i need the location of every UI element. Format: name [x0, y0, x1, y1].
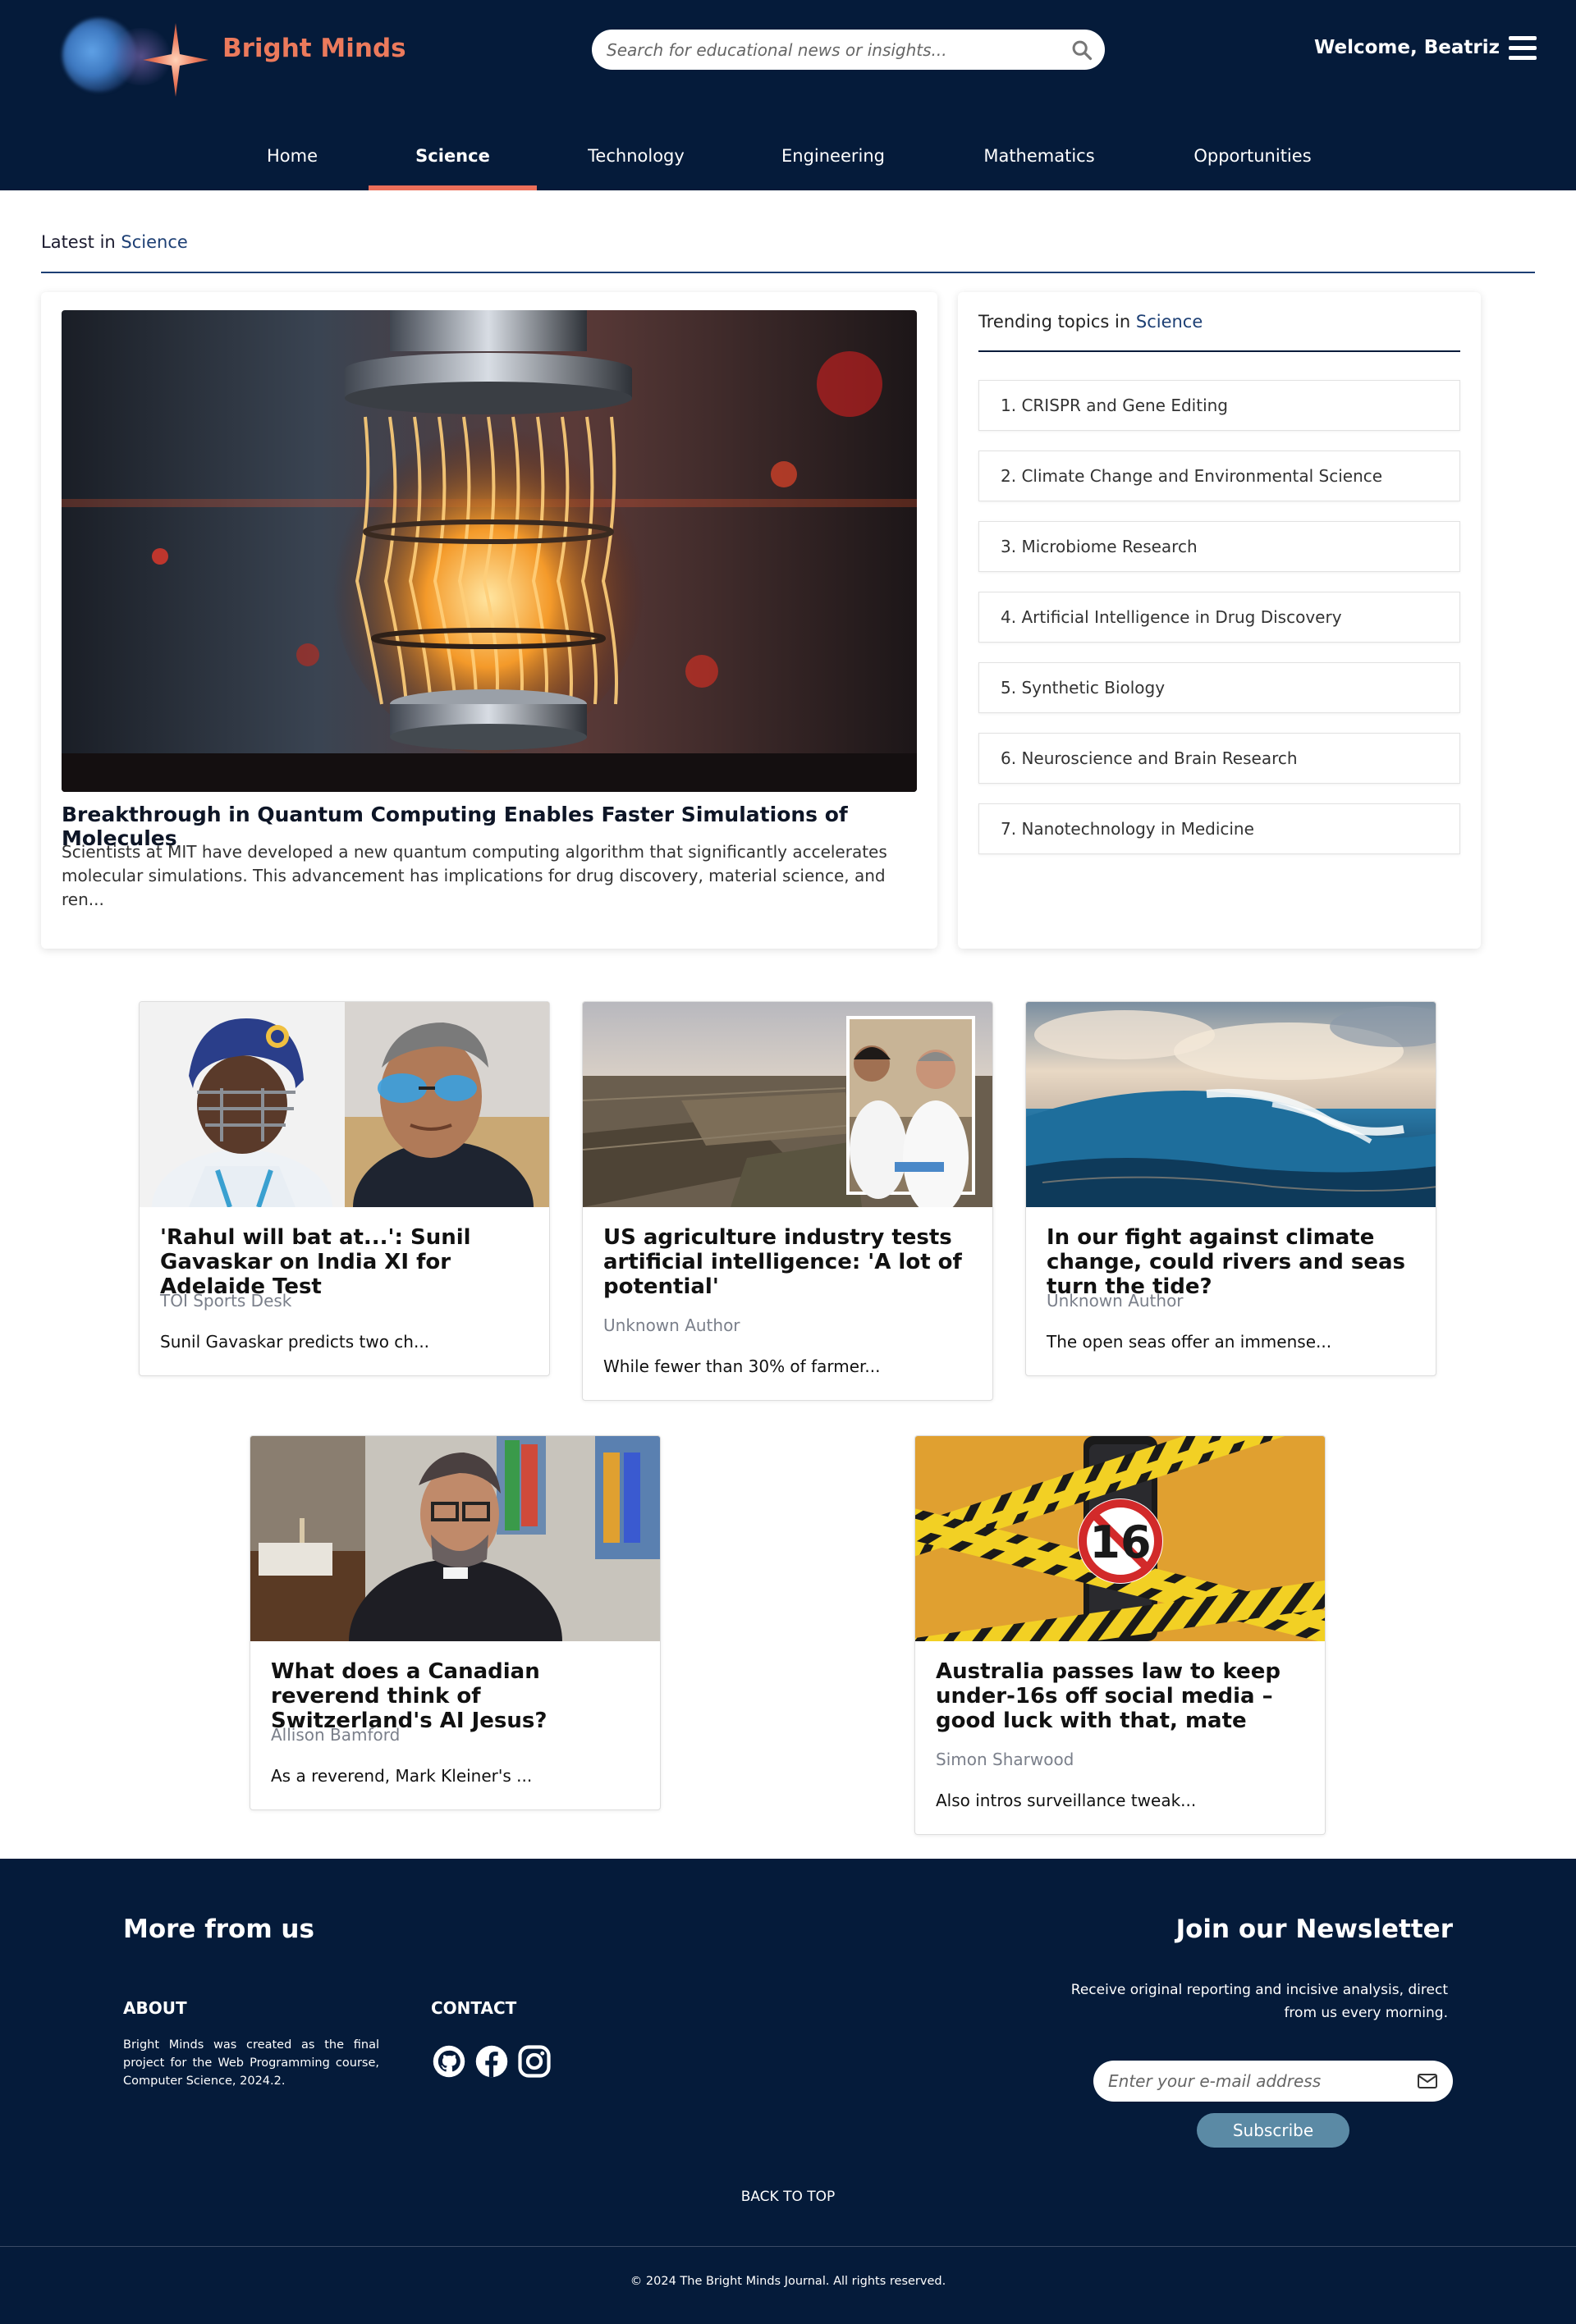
logo-star-icon: [143, 23, 208, 97]
copyright: © 2024 The Bright Minds Journal. All rig…: [630, 2275, 946, 2288]
article-card[interactable]: 'Rahul will bat at...': Sunil Gavaskar o…: [139, 1001, 550, 1376]
facebook-icon[interactable]: [474, 2044, 509, 2079]
article-image[interactable]: [1026, 1002, 1436, 1207]
newsletter-text: Receive original reporting and incisive …: [1070, 1982, 1448, 2021]
trending-item[interactable]: 4. Artificial Intelligence in Drug Disco…: [978, 592, 1460, 643]
article-card[interactable]: What does a Canadian reverend think of S…: [250, 1435, 661, 1810]
trending-heading: Trending topics in Science: [978, 312, 1203, 332]
site-footer: More from us ABOUT Bright Minds was crea…: [0, 1859, 1576, 2324]
quantum-computer-image: [62, 310, 917, 792]
article-snippet: Also intros surveillance tweak...: [936, 1791, 1197, 1810]
article-title[interactable]: What does a Canadian reverend think of S…: [271, 1659, 648, 1733]
welcome-text: Welcome, Beatriz: [1313, 37, 1500, 58]
divider: [41, 272, 1535, 273]
footer-contact-heading: CONTACT: [431, 1998, 517, 2018]
article-card[interactable]: In our fight against climate change, cou…: [1025, 1001, 1436, 1376]
newsletter-email-box: [1093, 2061, 1453, 2102]
agriculture-photo: [583, 1002, 992, 1207]
logo[interactable]: [62, 11, 210, 97]
footer-more-title: More from us: [123, 1915, 314, 1944]
article-image[interactable]: [583, 1002, 992, 1207]
main-nav: Home Science Technology Engineering Math…: [0, 131, 1576, 190]
trending-category: Science: [1135, 312, 1203, 332]
article-author: Unknown Author: [603, 1315, 740, 1335]
featured-image[interactable]: [62, 310, 917, 792]
email-input[interactable]: [1108, 2061, 1404, 2102]
instagram-icon[interactable]: [517, 2044, 552, 2079]
trending-panel: Trending topics in Science 1. CRISPR and…: [958, 292, 1481, 949]
trending-item[interactable]: 6. Neuroscience and Brain Research: [978, 733, 1460, 784]
article-author: Simon Sharwood: [936, 1750, 1074, 1769]
latest-prefix: Latest in: [41, 232, 121, 252]
caution-tape-photo: 16: [915, 1436, 1325, 1641]
article-image[interactable]: [250, 1436, 660, 1641]
latest-heading: Latest in Science: [41, 232, 188, 252]
divider: [0, 2246, 1576, 2247]
back-to-top-link[interactable]: BACK TO TOP: [0, 2189, 1576, 2205]
nav-opportunities[interactable]: Opportunities: [1186, 146, 1319, 190]
featured-description: Scientists at MIT have developed a new q…: [62, 842, 887, 909]
menu-icon[interactable]: [1509, 36, 1537, 61]
featured-article[interactable]: Breakthrough in Quantum Computing Enable…: [41, 292, 937, 949]
article-image[interactable]: [140, 1002, 549, 1207]
footer-about-heading: ABOUT: [123, 1998, 187, 2018]
subscribe-button[interactable]: Subscribe: [1197, 2113, 1349, 2148]
article-snippet: While fewer than 30% of farmer...: [603, 1356, 881, 1376]
nav-mathematics[interactable]: Mathematics: [977, 146, 1102, 190]
article-snippet: Sunil Gavaskar predicts two ch...: [160, 1332, 430, 1352]
trending-item[interactable]: 7. Nanotechnology in Medicine: [978, 803, 1460, 854]
github-icon[interactable]: [432, 2044, 466, 2079]
article-title[interactable]: In our fight against climate change, cou…: [1047, 1225, 1424, 1299]
footer-about-text: Bright Minds was created as the final pr…: [123, 2038, 379, 2088]
article-title[interactable]: US agriculture industry tests artificial…: [603, 1225, 981, 1299]
article-image[interactable]: 16: [915, 1436, 1325, 1641]
article-author: Allison Bamford: [271, 1725, 401, 1745]
brand-name[interactable]: Bright Minds: [222, 34, 406, 63]
reverend-photo: [250, 1436, 660, 1641]
article-author: Unknown Author: [1047, 1291, 1184, 1311]
trending-item[interactable]: 5. Synthetic Biology: [978, 662, 1460, 713]
cricket-photo: [140, 1002, 549, 1207]
trending-item[interactable]: 2. Climate Change and Environmental Scie…: [978, 451, 1460, 501]
svg-text:16: 16: [1089, 1517, 1151, 1568]
nav-science[interactable]: Science: [369, 146, 537, 190]
trending-prefix: Trending topics in: [978, 312, 1136, 332]
newsletter-title: Join our Newsletter: [1175, 1915, 1453, 1944]
nav-active-indicator: [369, 185, 537, 190]
search-bar: [592, 30, 1105, 70]
article-snippet: As a reverend, Mark Kleiner's ...: [271, 1766, 533, 1786]
article-card[interactable]: US agriculture industry tests artificial…: [582, 1001, 993, 1401]
article-title[interactable]: 'Rahul will bat at...': Sunil Gavaskar o…: [160, 1225, 538, 1299]
article-author: TOI Sports Desk: [160, 1291, 292, 1311]
nav-technology[interactable]: Technology: [575, 146, 698, 190]
nav-home[interactable]: Home: [256, 146, 328, 190]
site-header: Bright Minds Welcome, Beatriz Home Scien…: [0, 0, 1576, 190]
search-icon[interactable]: [1070, 39, 1093, 62]
article-card[interactable]: 16 Australia passes law to keep under-16…: [914, 1435, 1326, 1835]
trending-item[interactable]: 1. CRISPR and Gene Editing: [978, 380, 1460, 431]
search-input[interactable]: [607, 30, 1050, 70]
latest-category: Science: [121, 232, 188, 252]
nav-engineering[interactable]: Engineering: [772, 146, 895, 190]
article-title[interactable]: Australia passes law to keep under-16s o…: [936, 1659, 1313, 1733]
article-snippet: The open seas offer an immense...: [1047, 1332, 1332, 1352]
mail-icon[interactable]: [1417, 2072, 1438, 2090]
ocean-wave-photo: [1026, 1002, 1436, 1207]
divider: [978, 350, 1460, 352]
trending-item[interactable]: 3. Microbiome Research: [978, 521, 1460, 572]
